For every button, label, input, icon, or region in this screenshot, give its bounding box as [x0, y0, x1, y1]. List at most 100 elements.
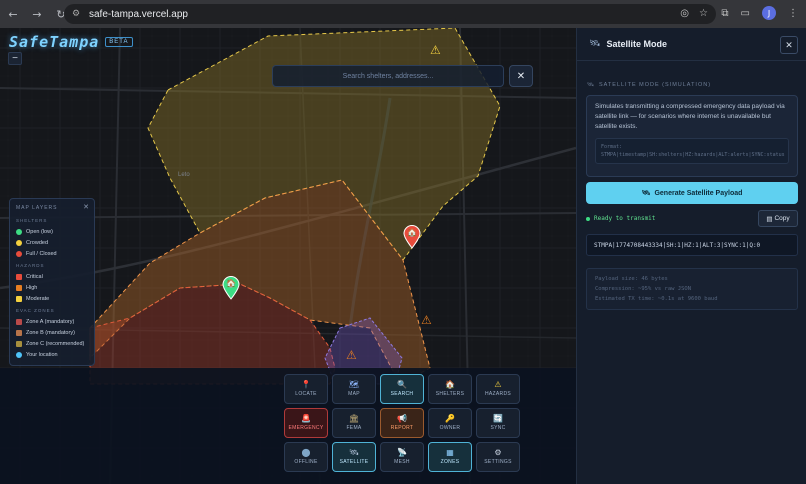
menu-icon[interactable]: ⋮	[788, 8, 798, 19]
satellite-icon: 🛰	[587, 82, 595, 88]
toolbar-button-emergency[interactable]: 🚨 EMERGENCY	[284, 408, 328, 438]
toolbar-button-label: OFFLINE	[294, 459, 318, 465]
zoom-out-button[interactable]: −	[8, 52, 22, 65]
legend-item: Critical	[16, 271, 88, 282]
toolbar-button-label: REPORT	[390, 425, 414, 431]
legend-item-label: Critical	[26, 273, 43, 280]
toolbar-button-label: MESH	[394, 459, 410, 465]
toolbar-button-report[interactable]: 📢 REPORT	[380, 408, 424, 438]
app-logo: SafeTampa BETA	[9, 33, 133, 51]
copy-button[interactable]: ▤ Copy	[758, 210, 798, 227]
toolbar-button-owner[interactable]: 🔑 OWNER	[428, 408, 472, 438]
toolbar-button-sync[interactable]: 🔄 SYNC	[476, 408, 520, 438]
satellite-icon: 🛰	[589, 39, 601, 49]
site-info-icon[interactable]: ⚙	[72, 9, 82, 19]
house-icon: 🏠	[445, 380, 455, 389]
satellite-icon: 🛰	[641, 189, 651, 197]
legend-swatch-icon	[16, 329, 22, 336]
toolbar-button-shelters[interactable]: 🏠 SHELTERS	[428, 374, 472, 404]
hazard-warning-icon[interactable]: ⚠	[346, 348, 357, 362]
map-canvas[interactable]: Leto SafeTampa BETA − Search shelters, a…	[0, 28, 576, 484]
toolbar-button-label: EMERGENCY	[288, 425, 324, 431]
shelter-pin-full[interactable]: 🏠	[403, 225, 421, 249]
stat-line: Estimated TX time: ~0.1s at 9600 baud	[595, 296, 718, 302]
map-layers-panel: MAP LAYERS ✕ SHELTERS Open (low) Crowded Fu…	[9, 198, 95, 366]
hazard-warning-icon[interactable]: ⚠	[430, 43, 441, 57]
avatar[interactable]: J	[762, 6, 776, 20]
toolbar-button-locate[interactable]: 📍 LOCATE	[284, 374, 328, 404]
siren-icon: 🚨	[301, 414, 311, 423]
toolbar-button-settings[interactable]: ⚙ SETTINGS	[476, 442, 520, 472]
toolbar-button-hazards[interactable]: ⚠ HAZARDS	[476, 374, 520, 404]
toolbar-button-label: FEMA	[346, 425, 362, 431]
legend-item-label: Your location	[26, 351, 58, 358]
legend-item: High	[16, 282, 88, 293]
legend-item: Moderate	[16, 293, 88, 304]
payload-stats: Payload size: 46 bytes Compression: ~95%…	[586, 268, 798, 310]
format-label: Format:	[601, 144, 623, 150]
forward-icon[interactable]: →	[30, 7, 44, 21]
search-close-button[interactable]: ✕	[509, 65, 533, 87]
section-title: 🛰 SATELLITE MODE (SIMULATION)	[587, 82, 711, 88]
toolbar-button-fema[interactable]: 🏛 FEMA	[332, 408, 376, 438]
zones-icon: ▦	[446, 448, 454, 457]
tab-search-icon[interactable]: ▭	[741, 8, 750, 19]
toolbar-button-zones[interactable]: ▦ ZONES	[428, 442, 472, 472]
hazard-warning-icon[interactable]: ⚠	[421, 313, 432, 327]
format-value: STMPA|timestamp|SH:shelters|HZ:hazards|A…	[601, 152, 785, 158]
legend-dot-icon	[16, 351, 22, 358]
copy-label: Copy	[774, 215, 790, 222]
legend-swatch-icon	[16, 273, 22, 280]
toolbar-button-satellite[interactable]: 🛰 SATELLITE	[332, 442, 376, 472]
legend-item-label: Crowded	[26, 239, 49, 246]
house-icon: 🏠	[226, 279, 236, 288]
legend-swatch-icon	[16, 340, 22, 347]
legend-section-title: SHELTERS	[16, 218, 48, 223]
shelter-pin-open[interactable]: 🏠	[222, 276, 240, 300]
bookmark-star-icon[interactable]: ☆	[699, 8, 708, 19]
url-text: safe-tampa.vercel.app	[89, 8, 188, 20]
toolbar-button-label: SYNC	[490, 425, 506, 431]
toolbar-button-label: SHELTERS	[435, 391, 465, 397]
browser-toolbar: ← → ↻ ⚙ safe-tampa.vercel.app ◎ ☆ ⧉ ▭ J …	[0, 0, 806, 28]
legend-item: Zone C (recommended)	[16, 338, 88, 349]
search-input[interactable]: Search shelters, addresses...	[272, 65, 504, 87]
status-text: Ready to transmit	[594, 215, 656, 222]
legend-item-label: High	[26, 284, 38, 291]
status-indicator: Ready to transmit	[586, 215, 655, 222]
panel-close-button[interactable]: ✕	[780, 36, 798, 54]
toolbar-button-label: HAZARDS	[485, 391, 511, 397]
toolbar-button-label: OWNER	[439, 425, 461, 431]
format-box: Format: STMPA|timestamp|SH:shelters|HZ:h…	[595, 138, 789, 164]
toolbar-button-label: SEARCH	[390, 391, 414, 397]
satellite-panel: 🛰 Satellite Mode ✕ 🛰 SATELLITE MODE (SIM…	[576, 28, 806, 484]
offline-icon: ⬤	[301, 448, 311, 457]
toolbar-button-label: SETTINGS	[484, 459, 512, 465]
toolbar-button-map[interactable]: 🗺 MAP	[332, 374, 376, 404]
legend-swatch-icon	[16, 318, 22, 325]
back-icon[interactable]: ←	[6, 7, 20, 21]
clipboard-icon: ▤	[766, 214, 773, 223]
legend-section-title: EVAC ZONES	[16, 308, 55, 313]
close-icon[interactable]: ✕	[83, 203, 89, 211]
generate-label: Generate Satellite Payload	[654, 189, 743, 197]
toolbar-button-offline[interactable]: ⬤ OFFLINE	[284, 442, 328, 472]
legend-item: Open (low)	[16, 226, 88, 237]
search-icon: 🔍	[397, 380, 407, 389]
house-icon: 🏠	[407, 228, 417, 237]
legend-section-title: HAZARDS	[16, 263, 45, 268]
panel-header: 🛰 Satellite Mode	[577, 28, 806, 61]
stat-line: Compression: ~95% vs raw JSON	[595, 286, 692, 292]
extensions-icon[interactable]: ⧉	[721, 8, 728, 19]
location-icon[interactable]: ◎	[680, 8, 689, 19]
toolbar-button-mesh[interactable]: 📡 MESH	[380, 442, 424, 472]
toolbar-button-label: SATELLITE	[339, 459, 369, 465]
stat-line: Payload size: 46 bytes	[595, 276, 668, 282]
app-title: SafeTampa	[9, 33, 100, 51]
payload-output[interactable]: STMPA|1774708443334|SH:1|HZ:1|ALT:3|SYNC…	[586, 234, 798, 256]
generate-payload-button[interactable]: 🛰 Generate Satellite Payload	[586, 182, 798, 204]
toolbar-button-search[interactable]: 🔍 SEARCH	[380, 374, 424, 404]
legend-item-label: Moderate	[26, 295, 50, 302]
address-bar[interactable]: ⚙ safe-tampa.vercel.app ◎ ☆	[64, 4, 716, 24]
legend-swatch-icon	[16, 295, 22, 302]
